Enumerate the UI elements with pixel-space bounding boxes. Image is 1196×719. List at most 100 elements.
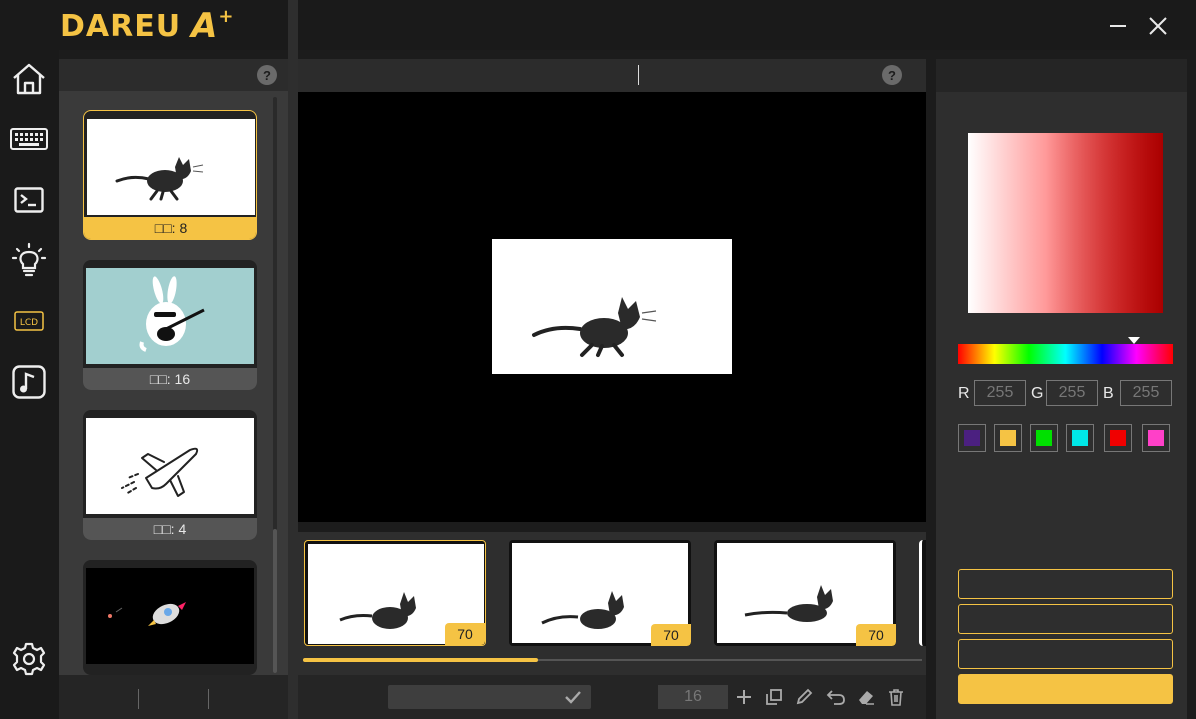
trash-icon: [889, 689, 903, 706]
running-cat-image: [87, 119, 255, 215]
logo-mark: A: [191, 6, 219, 46]
b-input[interactable]: [1120, 380, 1172, 406]
nav-lighting[interactable]: [10, 241, 48, 279]
footer-divider: [138, 689, 139, 709]
copy-frame-button[interactable]: [763, 686, 785, 708]
frame-count-input[interactable]: [658, 685, 728, 709]
delete-frame-button[interactable]: [885, 686, 907, 708]
swatch-red[interactable]: [1104, 424, 1132, 452]
panel-action-button-3[interactable]: [958, 639, 1173, 669]
checkmark-icon: [565, 691, 581, 704]
frame-4-partial[interactable]: [919, 540, 926, 646]
lcd-label: LCD: [20, 318, 38, 328]
panel-action-button-2[interactable]: [958, 604, 1173, 634]
swatch-green[interactable]: [1030, 424, 1058, 452]
home-icon: [13, 63, 45, 95]
swatch-color: [1036, 430, 1052, 446]
library-item-rabbit-guitar[interactable]: □□: 16: [83, 260, 257, 390]
minimize-icon: [1110, 25, 1126, 27]
frame-duration-badge: 70: [445, 623, 485, 645]
library-item-rocket[interactable]: [83, 560, 257, 675]
erase-button[interactable]: [855, 686, 877, 708]
top-right-bar: [298, 0, 1196, 50]
editor-toolbar: [298, 675, 926, 719]
library-scroll-thumb[interactable]: [273, 529, 277, 673]
undo-icon: [826, 690, 845, 705]
library-footer: [59, 675, 288, 719]
terminal-icon: [14, 187, 44, 213]
saturation-value-picker[interactable]: [968, 133, 1163, 313]
panel-primary-button[interactable]: [958, 674, 1173, 704]
swatch-purple[interactable]: [958, 424, 986, 452]
lcd-icon: LCD: [14, 311, 44, 331]
close-button[interactable]: [1146, 14, 1170, 38]
preview-canvas[interactable]: [492, 239, 732, 374]
logo-text: DAREU: [60, 8, 182, 44]
close-icon: [1149, 17, 1167, 35]
frame-1[interactable]: 70: [304, 540, 486, 646]
confirm-button[interactable]: [564, 689, 582, 710]
r-input[interactable]: [974, 380, 1026, 406]
library-item-caption: □□: 4: [83, 518, 257, 540]
b-label: B: [1103, 385, 1114, 402]
nav-settings[interactable]: [10, 640, 48, 678]
preview-stage: [298, 92, 926, 522]
nav-macro[interactable]: [10, 181, 48, 219]
frame-strip: 70 70 70: [298, 532, 926, 675]
g-label: G: [1031, 385, 1044, 402]
text-cursor: [638, 65, 639, 85]
library-item-running-cat[interactable]: □□: 8: [83, 110, 257, 240]
swatch-color: [1000, 430, 1016, 446]
animation-name-input[interactable]: [388, 685, 591, 709]
main-nav: LCD: [0, 50, 59, 719]
swatch-color: [1110, 430, 1126, 446]
edit-frame-button[interactable]: [793, 686, 815, 708]
color-picker-panel: R G B: [936, 59, 1187, 719]
music-note-icon: [12, 365, 46, 399]
nav-music[interactable]: [10, 363, 48, 401]
frame-duration-badge: 70: [856, 624, 896, 646]
airplane-image: [86, 418, 254, 514]
library-item-airplane[interactable]: □□: 4: [83, 410, 257, 540]
lightbulb-icon: [11, 242, 47, 277]
rocket-image: [86, 568, 254, 664]
frame-duration-badge: 70: [651, 624, 691, 646]
minimize-button[interactable]: [1106, 14, 1130, 38]
image-library-panel: ? □□: 8 □□: 16 □□: 4: [59, 59, 288, 675]
eraser-icon: [859, 691, 874, 705]
frame-2[interactable]: 70: [509, 540, 691, 646]
nav-keyboard[interactable]: [10, 120, 48, 158]
hue-slider[interactable]: [958, 344, 1173, 364]
frame-scroll-thumb[interactable]: [303, 658, 538, 662]
editor-help-button[interactable]: ?: [882, 65, 902, 85]
help-icon: ?: [888, 67, 896, 83]
swatch-color: [1148, 430, 1164, 446]
library-item-caption: □□: 16: [83, 368, 257, 390]
swatch-cyan[interactable]: [1066, 424, 1094, 452]
library-help-button[interactable]: ?: [257, 65, 277, 85]
add-frame-button[interactable]: [733, 686, 755, 708]
frame-3[interactable]: 70: [714, 540, 896, 646]
logo-plus: +: [218, 5, 235, 27]
panel-gap: [288, 0, 298, 719]
nav-home[interactable]: [10, 60, 48, 98]
nav-lcd[interactable]: LCD: [10, 302, 48, 340]
g-input[interactable]: [1046, 380, 1098, 406]
plus-icon: [737, 690, 751, 704]
swatch-yellow[interactable]: [994, 424, 1022, 452]
footer-divider: [208, 689, 209, 709]
gear-icon: [12, 642, 46, 676]
dareu-logo: DAREU A +: [60, 5, 235, 47]
library-header: ?: [59, 59, 288, 91]
r-label: R: [958, 385, 970, 402]
panel-action-button-1[interactable]: [958, 569, 1173, 599]
pencil-icon: [796, 688, 813, 705]
keyboard-icon: [10, 128, 48, 150]
top-left-bar: DAREU A +: [0, 0, 288, 50]
help-icon: ?: [263, 67, 271, 83]
swatch-color: [964, 430, 980, 446]
hue-marker[interactable]: [1128, 337, 1140, 344]
color-panel-header: [936, 59, 1187, 92]
undo-button[interactable]: [825, 686, 847, 708]
swatch-pink[interactable]: [1142, 424, 1170, 452]
